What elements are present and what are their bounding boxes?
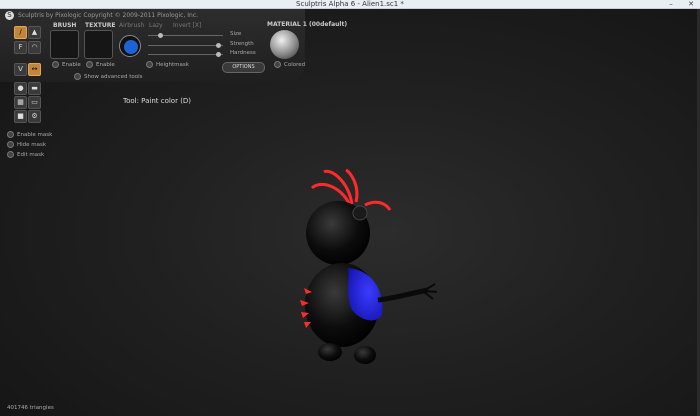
- window-titlebar: Sculptris Alpha 6 - Alien1.sc1 *: [0, 0, 700, 9]
- strength-slider[interactable]: [148, 43, 223, 48]
- hide-mask-radio-icon: [7, 141, 14, 148]
- enable-mask-option[interactable]: Enable mask: [7, 131, 52, 138]
- close-button[interactable]: ✕: [682, 0, 700, 8]
- current-tool-label: Tool: Paint color (D): [123, 97, 192, 105]
- paint-fill-icon[interactable]: ▲: [28, 26, 41, 39]
- heightmask-checkbox-icon: [146, 61, 153, 68]
- texture-enable-checkbox-icon: [86, 61, 93, 68]
- invert-toggle[interactable]: Invert [X]: [173, 22, 201, 29]
- triangle-count: 401746 triangles: [7, 405, 54, 411]
- enable-mask-radio-icon: [7, 131, 14, 138]
- advanced-tools-checkbox-icon: [74, 73, 81, 80]
- lazy-toggle[interactable]: Lazy: [149, 22, 163, 29]
- mesh-icon[interactable]: ▭: [28, 96, 41, 109]
- strength-slider-knob[interactable]: [216, 43, 221, 48]
- hardness-slider-knob[interactable]: [216, 52, 221, 57]
- hardness-slider[interactable]: [148, 52, 223, 57]
- app-header: S Sculptris by Pixologic Copyright © 2009…: [5, 11, 198, 20]
- brush-heading: BRUSH: [53, 22, 77, 29]
- edit-mask-option[interactable]: Edit mask: [7, 151, 44, 158]
- paint-brush-tool[interactable]: /: [14, 26, 27, 39]
- alien-model[interactable]: [290, 160, 440, 375]
- brush-enable-checkbox-icon: [52, 61, 59, 68]
- texture-slot[interactable]: [84, 30, 113, 59]
- texture-enable[interactable]: Enable: [86, 61, 115, 68]
- minimize-button[interactable]: –: [662, 0, 680, 8]
- pinch-tool[interactable]: V: [14, 63, 27, 76]
- sculptris-logo-icon: S: [5, 11, 14, 20]
- hardness-label: Hardness: [230, 50, 256, 56]
- airbrush-toggle[interactable]: Airbrush: [119, 22, 144, 29]
- colored-toggle[interactable]: Colored: [274, 61, 305, 68]
- window-title: Sculptris Alpha 6 - Alien1.sc1 *: [296, 0, 404, 8]
- colored-checkbox-icon: [274, 61, 281, 68]
- size-slider-knob[interactable]: [158, 33, 163, 38]
- edit-mask-radio-icon: [7, 151, 14, 158]
- symmetry-tool[interactable]: ↔: [28, 63, 41, 76]
- material-heading: MATERIAL 1 (00default): [267, 21, 348, 28]
- size-label: Size: [230, 31, 242, 37]
- sphere-icon[interactable]: ●: [14, 82, 27, 95]
- hide-mask-option[interactable]: Hide mask: [7, 141, 46, 148]
- bump-tool[interactable]: ◠: [28, 41, 41, 54]
- options-button[interactable]: OPTIONS: [222, 62, 265, 73]
- texture-heading: TEXTURE: [85, 22, 116, 29]
- plane-icon[interactable]: ▬: [28, 82, 41, 95]
- grid-icon[interactable]: ▦: [14, 96, 27, 109]
- camera-icon[interactable]: ■: [14, 110, 27, 123]
- size-slider[interactable]: [148, 33, 223, 38]
- show-advanced-tools[interactable]: Show advanced tools: [74, 73, 143, 80]
- settings-icon[interactable]: ⚙: [28, 110, 41, 123]
- heightmask-toggle[interactable]: Heightmask: [146, 61, 189, 68]
- color-swatch-icon: [124, 40, 138, 54]
- strength-label: Strength: [230, 41, 254, 47]
- brush-slot[interactable]: [50, 30, 79, 59]
- material-sphere-icon[interactable]: [270, 30, 299, 59]
- brush-enable[interactable]: Enable: [52, 61, 81, 68]
- flatten-tool[interactable]: F: [14, 41, 27, 54]
